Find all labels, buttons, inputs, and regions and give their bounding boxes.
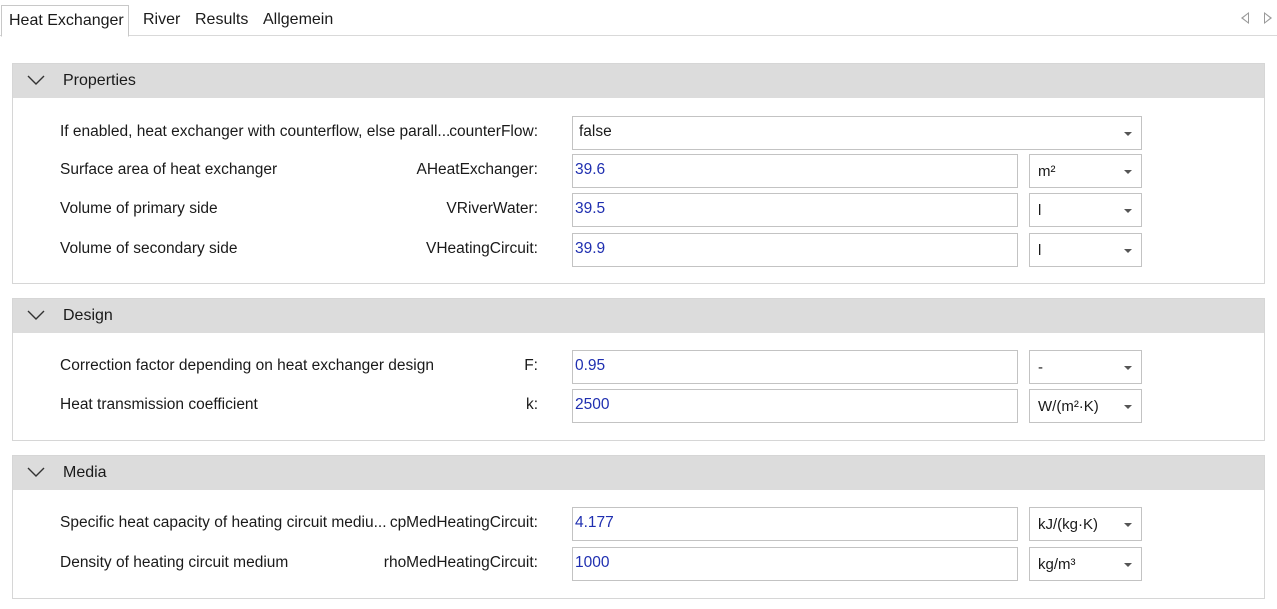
unit-label: l [1038, 202, 1042, 219]
aheatexchanger-input[interactable]: 39.6 [572, 154, 1018, 188]
row-description: Volume of secondary side [60, 240, 238, 257]
k-input[interactable]: 2500 [572, 389, 1018, 423]
section-media: Media Specific heat capacity of heating … [12, 455, 1265, 599]
tab-bar: Heat Exchanger River Results Allgemein [0, 0, 1277, 37]
select-value: false [579, 123, 612, 140]
row-parameter-name: counterFlow: [449, 123, 538, 140]
section-header-media[interactable]: Media [13, 456, 1264, 490]
vriverwater-input[interactable]: 39.5 [572, 193, 1018, 227]
chevron-down-icon [1124, 132, 1132, 136]
vriverwater-unit-select[interactable]: l [1029, 193, 1142, 227]
section-properties: Properties If enabled, heat exchanger wi… [12, 63, 1265, 284]
row-parameter-name: VHeatingCircuit: [426, 240, 538, 257]
row-description: Volume of primary side [60, 200, 218, 217]
row-description: If enabled, heat exchanger with counterf… [60, 123, 451, 140]
section-title: Properties [63, 72, 136, 89]
aheatexchanger-unit-select[interactable]: m² [1029, 154, 1142, 188]
row-parameter-name: rhoMedHeatingCircuit: [383, 554, 538, 571]
tab-scroll-left-icon[interactable] [1241, 12, 1249, 24]
unit-label: - [1038, 359, 1043, 376]
section-title: Design [63, 307, 113, 324]
chevron-down-icon [27, 310, 45, 320]
chevron-down-icon [1124, 523, 1132, 527]
chevron-down-icon [27, 75, 45, 85]
chevron-down-icon [1124, 249, 1132, 253]
tab-river[interactable]: River [143, 6, 180, 36]
row-parameter-name: VRiverWater: [446, 200, 538, 217]
unit-label: W/(m²·K) [1038, 398, 1099, 415]
row-parameter-name: AHeatExchanger: [416, 161, 539, 178]
unit-label: l [1038, 242, 1042, 259]
chevron-down-icon [27, 467, 45, 477]
cpmedheatingcircuit-input[interactable]: 4.177 [572, 507, 1018, 541]
unit-label: kg/m³ [1038, 556, 1076, 573]
chevron-down-icon [1124, 405, 1132, 409]
row-description: Heat transmission coefficient [60, 396, 258, 413]
section-design: Design Correction factor depending on he… [12, 298, 1265, 441]
chevron-down-icon [1124, 563, 1132, 567]
unit-label: kJ/(kg·K) [1038, 516, 1098, 533]
tab-results[interactable]: Results [195, 6, 248, 36]
section-header-design[interactable]: Design [13, 299, 1264, 333]
chevron-down-icon [1124, 366, 1132, 370]
cpmedheatingcircuit-unit-select[interactable]: kJ/(kg·K) [1029, 507, 1142, 541]
chevron-down-icon [1124, 170, 1132, 174]
vheatingcircuit-unit-select[interactable]: l [1029, 233, 1142, 267]
section-header-properties[interactable]: Properties [13, 64, 1264, 98]
row-description: Surface area of heat exchanger [60, 161, 278, 178]
counterflow-select[interactable]: false [572, 116, 1142, 150]
rhomedheatingcircuit-input[interactable]: 1000 [572, 547, 1018, 581]
chevron-down-icon [1124, 209, 1132, 213]
row-parameter-name: F: [524, 357, 538, 374]
vheatingcircuit-input[interactable]: 39.9 [572, 233, 1018, 267]
k-unit-select[interactable]: W/(m²·K) [1029, 389, 1142, 423]
row-description: Specific heat capacity of heating circui… [60, 514, 387, 531]
section-title: Media [63, 464, 107, 481]
row-description: Correction factor depending on heat exch… [60, 357, 434, 374]
unit-label: m² [1038, 163, 1056, 180]
row-description: Density of heating circuit medium [60, 554, 289, 571]
row-parameter-name: cpMedHeatingCircuit: [389, 514, 538, 531]
rhomedheatingcircuit-unit-select[interactable]: kg/m³ [1029, 547, 1142, 581]
tab-heat-exchanger[interactable]: Heat Exchanger [1, 5, 129, 37]
tab-allgemein[interactable]: Allgemein [263, 6, 333, 36]
f-unit-select[interactable]: - [1029, 350, 1142, 384]
row-parameter-name: k: [525, 396, 538, 413]
tab-scroll-right-icon[interactable] [1264, 12, 1272, 24]
f-input[interactable]: 0.95 [572, 350, 1018, 384]
